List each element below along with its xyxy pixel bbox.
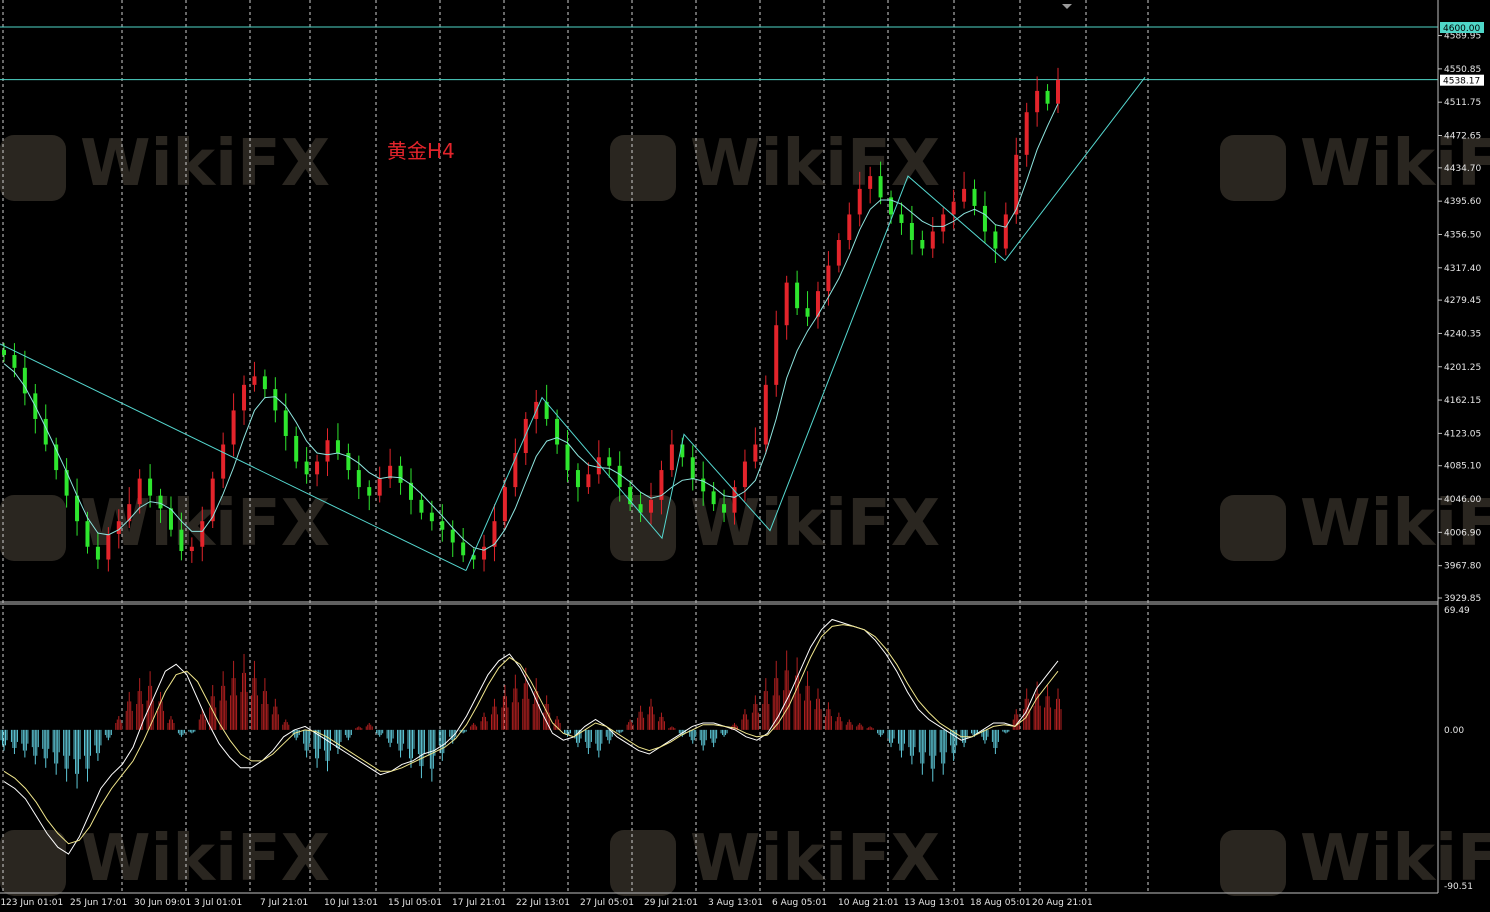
macd-tick-label: 0.00: [1444, 726, 1464, 736]
time-tick-label: 30 Jun 09:01: [134, 898, 191, 908]
time-tick-label: 13 Aug 13:01: [904, 898, 965, 908]
price-tick-label: 3929.85: [1444, 594, 1481, 604]
time-tick-label: 3 Jul 01:01: [194, 898, 242, 908]
macd-tick-label: -90.51: [1444, 882, 1473, 892]
price-tick-label: 4240.35: [1444, 329, 1481, 339]
time-tick-label: 23 Jun 01:01: [6, 898, 63, 908]
price-tick-label: 4356.50: [1444, 230, 1481, 240]
price-tick-label: 4279.45: [1444, 296, 1481, 306]
macd-tick-label: 69.49: [1444, 606, 1470, 616]
watermark-text: WikiFX: [80, 822, 330, 896]
watermark-mark: WikiFX: [0, 487, 330, 561]
watermark-text: WikiFX: [80, 127, 330, 201]
time-tick-label: 10 Aug 21:01: [838, 898, 899, 908]
price-tick-label: 4395.60: [1444, 197, 1481, 207]
time-tick-label: 27 Jul 05:01: [580, 898, 634, 908]
price-tick-label: 4434.70: [1444, 164, 1481, 174]
price-tick-label: 4201.25: [1444, 363, 1481, 373]
watermark-mark: WikiFX: [0, 822, 330, 896]
price-level-label: 4538.17: [1440, 74, 1484, 87]
price-tick-label: 4085.10: [1444, 462, 1481, 472]
price-chart[interactable]: WikiFXWikiFXWikiFXWikiFXWikiFXWikiFXWiki…: [0, 0, 1490, 912]
price-tick-label: 4046.00: [1444, 495, 1481, 505]
price-tick-label: 4123.05: [1444, 429, 1481, 439]
time-tick-label: 29 Jul 21:01: [644, 898, 698, 908]
price-tick-label: 4317.40: [1444, 264, 1481, 274]
svg-text:4600.00: 4600.00: [1443, 24, 1480, 34]
watermark-text: WikiFX: [690, 822, 940, 896]
price-tick-label: 4550.85: [1444, 65, 1481, 75]
watermark-mark: WikiFX: [610, 822, 940, 896]
price-tick-label: 4162.15: [1444, 396, 1481, 406]
price-level-label: 4600.00: [1440, 22, 1484, 34]
price-tick-label: 4472.65: [1444, 132, 1481, 142]
time-tick-label: 22 Jul 13:01: [516, 898, 570, 908]
symbol-label: 黄金H4: [387, 139, 455, 163]
watermark-mark: WikiFX: [0, 127, 330, 201]
svg-text:4538.17: 4538.17: [1443, 77, 1480, 87]
price-tick-label: 4511.75: [1444, 98, 1481, 108]
time-tick-label: 10 Jul 13:01: [324, 898, 378, 908]
time-tick-label: 15 Jul 05:01: [388, 898, 442, 908]
watermark-text: WikiFX: [690, 487, 940, 561]
time-tick-label: 25 Jun 17:01: [70, 898, 127, 908]
watermark-mark: WikiFX: [610, 127, 940, 201]
time-tick-label: 20 Aug 21:01: [1032, 898, 1093, 908]
price-tick-label: 4006.90: [1444, 528, 1481, 538]
time-tick-label: 6 Aug 05:01: [772, 898, 827, 908]
time-tick-label: 7 Jul 21:01: [260, 898, 308, 908]
candle: [763, 375, 768, 454]
time-tick-label: 18 Aug 05:01: [970, 898, 1031, 908]
price-tick-label: 3967.80: [1444, 562, 1481, 572]
time-tick-label: 3 Aug 13:01: [708, 898, 763, 908]
time-tick-label: 17 Jul 21:01: [452, 898, 506, 908]
